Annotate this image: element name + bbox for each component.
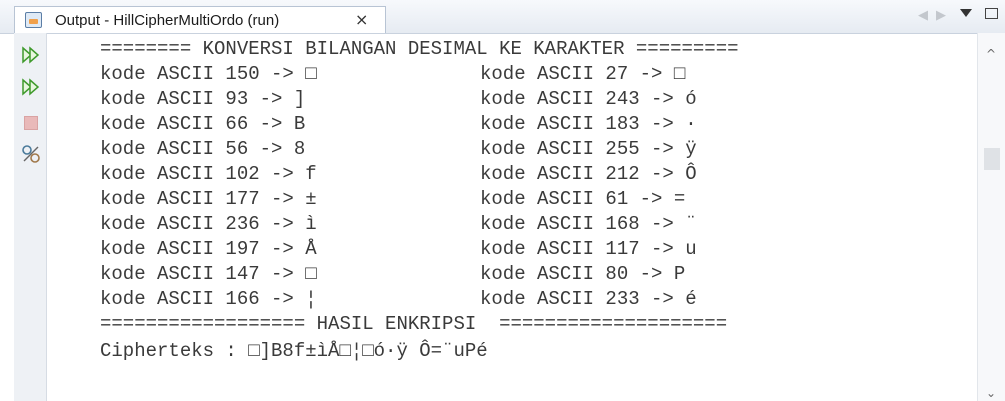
ascii-line: kode ASCII 177 -> ± <box>100 188 317 210</box>
scroll-up-icon[interactable]: ^ <box>986 47 996 61</box>
ascii-line: kode ASCII 27 -> □ <box>480 63 686 85</box>
vertical-scrollbar[interactable]: ^ ⌄ <box>977 33 1005 401</box>
rerun-icon[interactable] <box>21 45 41 65</box>
output-tab[interactable]: Output - HillCipherMultiOrdo (run) × <box>14 6 386 33</box>
ascii-line: kode ASCII 66 -> B <box>100 113 306 135</box>
stop-icon[interactable] <box>21 113 41 133</box>
ascii-line: kode ASCII 61 -> = <box>480 188 686 210</box>
ascii-line: kode ASCII 150 -> □ <box>100 63 317 85</box>
output-tab-bar: Output - HillCipherMultiOrdo (run) × ◀ ▶ <box>0 0 1005 34</box>
scroll-tabs-right-icon[interactable]: ▶ <box>936 8 946 23</box>
conversion-header: ======== KONVERSI BILANGAN DESIMAL KE KA… <box>100 38 739 60</box>
ascii-line: kode ASCII 197 -> Å <box>100 238 317 260</box>
ascii-line: kode ASCII 212 -> Ô <box>480 163 697 185</box>
ciphertext-line: Cipherteks : □]B8f±ìÅ□¦□ó·ÿ Ô=¨uPé <box>100 340 488 362</box>
ascii-line: kode ASCII 168 -> ¨ <box>480 213 697 235</box>
ascii-line: kode ASCII 93 -> ] <box>100 88 306 110</box>
scroll-down-icon[interactable]: ⌄ <box>986 386 996 400</box>
output-toolbar <box>14 33 47 401</box>
scrollbar-thumb[interactable] <box>984 148 1000 170</box>
ascii-line: kode ASCII 236 -> ì <box>100 213 317 235</box>
ascii-line: kode ASCII 102 -> f <box>100 163 317 185</box>
ascii-line: kode ASCII 117 -> u <box>480 238 697 260</box>
ascii-line: kode ASCII 243 -> ó <box>480 88 697 110</box>
maximize-window-icon[interactable] <box>985 8 998 19</box>
rerun-with-options-icon[interactable] <box>21 77 41 97</box>
tab-title: Output - HillCipherMultiOrdo (run) <box>55 12 280 29</box>
settings-icon[interactable] <box>21 144 41 164</box>
scroll-tabs-left-icon[interactable]: ◀ <box>918 8 928 23</box>
output-window-icon <box>25 12 42 28</box>
ascii-line: kode ASCII 147 -> □ <box>100 263 317 285</box>
close-icon[interactable]: × <box>355 10 368 29</box>
ascii-line: kode ASCII 56 -> 8 <box>100 138 306 160</box>
ascii-line: kode ASCII 166 -> ¦ <box>100 288 317 310</box>
console-output[interactable]: ======== KONVERSI BILANGAN DESIMAL KE KA… <box>48 33 976 401</box>
ascii-line: kode ASCII 255 -> ÿ <box>480 138 697 160</box>
ascii-line: kode ASCII 80 -> P <box>480 263 686 285</box>
encryption-result-header: ================== HASIL ENKRIPSI ======… <box>100 313 728 335</box>
ascii-line: kode ASCII 233 -> é <box>480 288 697 310</box>
tab-list-dropdown-icon[interactable] <box>960 9 972 17</box>
ascii-line: kode ASCII 183 -> · <box>480 113 697 135</box>
